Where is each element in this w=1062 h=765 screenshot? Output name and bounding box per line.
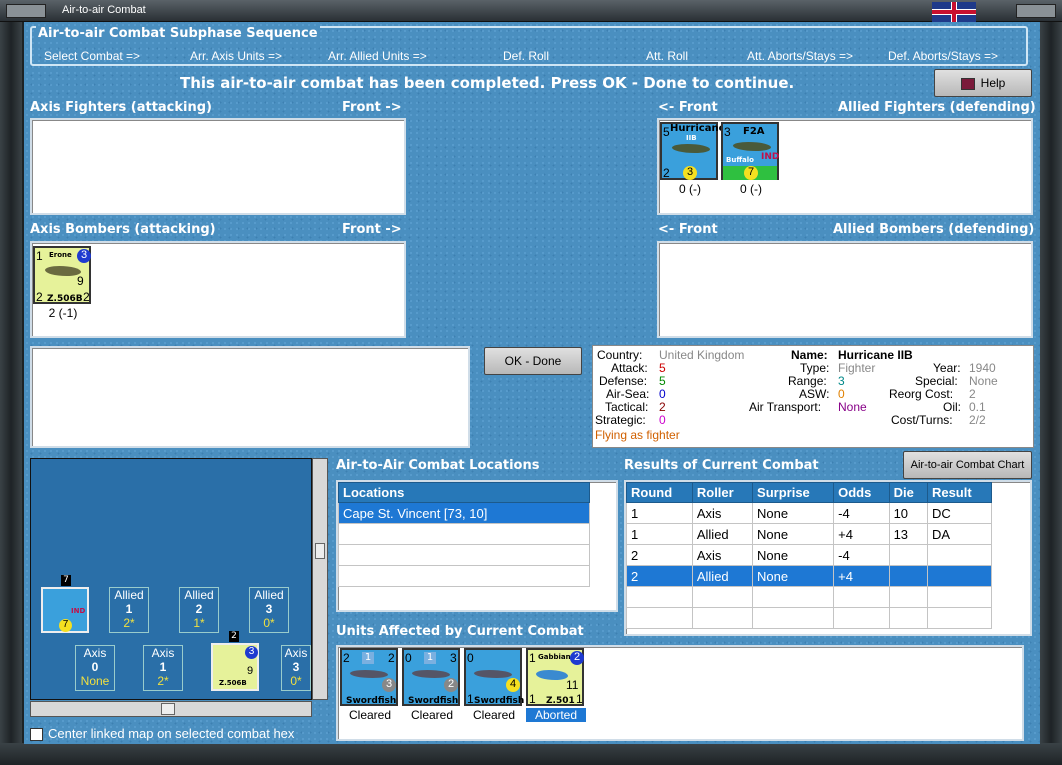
step-arr-axis: Arr. Axis Units => <box>190 49 283 63</box>
right-frame <box>1040 22 1062 765</box>
aircraft-icon <box>733 142 771 151</box>
aircraft-icon <box>350 670 388 678</box>
step-att-roll: Att. Roll <box>646 49 689 63</box>
allied-bombers-box[interactable] <box>657 241 1033 338</box>
map-f2a-counter[interactable]: 7 IND <box>41 587 89 633</box>
window-title: Air-to-air Combat <box>62 4 146 16</box>
aircraft-icon <box>672 144 710 153</box>
unit-status: Aborted <box>526 708 586 722</box>
locations-list[interactable]: Locations Cape St. Vincent [73, 10] <box>336 480 618 612</box>
ok-done-button[interactable]: OK - Done <box>484 347 582 375</box>
map-vertical-scrollbar[interactable] <box>312 458 328 700</box>
axis-bombers-front: Front -> <box>342 222 402 237</box>
axis-fighters-heading: Axis Fighters (attacking) <box>30 100 212 115</box>
locations-title: Air-to-Air Combat Locations <box>336 458 540 473</box>
f2a-counter[interactable]: 3 F2A Buffalo IND 7 <box>721 122 779 180</box>
unit-info-panel: Country: United Kingdom Attack: 5 Defens… <box>592 345 1034 448</box>
results-title: Results of Current Combat <box>624 458 819 473</box>
locations-header: Locations <box>338 482 590 503</box>
stack-count-a: 7 <box>61 575 71 586</box>
axis-box-1[interactable]: Axis 1 2* <box>143 645 183 691</box>
aircraft-icon <box>412 670 450 678</box>
close-window-button[interactable] <box>1016 4 1056 18</box>
allied-fighters-heading: Allied Fighters (defending) <box>838 100 1036 115</box>
results-table-box: Round Roller Surprise Odds Die Result 1A… <box>624 480 1032 636</box>
status-message: This air-to-air combat has been complete… <box>180 74 795 92</box>
hurricane-caption: 0 (-) <box>679 182 701 196</box>
allied-bombers-front: <- Front <box>658 222 718 237</box>
axis-box-3[interactable]: Axis 3 0* <box>281 645 311 691</box>
help-button[interactable]: Help <box>934 69 1032 97</box>
hscroll-thumb[interactable] <box>161 703 175 715</box>
swordfish-counter-2[interactable]: 0 1 3 2 Swordfish <box>402 648 460 706</box>
axis-bombers-heading: Axis Bombers (attacking) <box>30 222 216 237</box>
sequence-title: Air-to-air Combat Subphase Sequence <box>36 26 320 41</box>
table-row[interactable]: 1 Axis None -4 10 DC <box>626 502 993 524</box>
table-row[interactable]: 2 Allied None +4 <box>626 565 993 587</box>
stack-count-b: 2 <box>229 631 239 642</box>
step-def-aborts: Def. Aborts/Stays => <box>888 49 999 63</box>
aircraft-icon <box>536 670 568 680</box>
linked-map[interactable]: Allied 1 2* Allied 2 1* Allied 3 0* Axis 0 None … <box>30 458 312 700</box>
left-frame <box>0 22 22 765</box>
axis-fighters-box[interactable] <box>30 118 406 215</box>
hurricane-counter[interactable]: Hurricane IIB 5 2 3 <box>660 122 725 180</box>
swordfish-counter-3[interactable]: 0 4 1 Swordfish <box>464 648 524 706</box>
unit-status: Cleared <box>472 708 516 722</box>
title-bar <box>0 0 1062 22</box>
affected-title: Units Affected by Current Combat <box>336 624 584 639</box>
axis-fighters-front: Front -> <box>342 100 402 115</box>
table-row[interactable]: 2 Axis None -4 <box>626 544 993 566</box>
allied-box-2[interactable]: Allied 2 1* <box>179 587 219 633</box>
center-map-checkbox[interactable] <box>30 728 43 741</box>
combat-chart-button[interactable]: Air-to-air Combat Chart <box>903 451 1032 479</box>
table-row[interactable]: 1 Allied None +4 13 DA <box>626 523 993 545</box>
combat-notes-box <box>30 346 470 448</box>
book-icon <box>960 77 975 90</box>
aircraft-icon <box>45 266 81 276</box>
system-menu-button[interactable] <box>6 4 46 18</box>
center-map-label: Center linked map on selected combat hex <box>48 726 295 741</box>
vscroll-thumb[interactable] <box>315 543 325 559</box>
swordfish-counter-1[interactable]: 2 1 2 3 Swordfish <box>340 648 398 706</box>
location-row[interactable]: Cape St. Vincent [73, 10] <box>338 502 590 524</box>
aircraft-icon <box>474 670 512 678</box>
step-arr-allied: Arr. Allied Units => <box>328 49 427 63</box>
unit-status: Cleared <box>348 708 392 722</box>
allied-bombers-heading: Allied Bombers (defending) <box>833 222 1035 237</box>
allied-fighters-front: <- Front <box>658 100 718 115</box>
map-horizontal-scrollbar[interactable] <box>30 701 312 717</box>
allied-box-1[interactable]: Allied 1 2* <box>109 587 149 633</box>
results-table: Round Roller Surprise Odds Die Result 1A… <box>626 482 993 629</box>
step-def-roll: Def. Roll <box>503 49 550 63</box>
axis-box-0[interactable]: Axis 0 None <box>75 645 115 691</box>
uk-flag-icon <box>932 2 976 22</box>
unit-status: Cleared <box>410 708 454 722</box>
step-att-aborts: Att. Aborts/Stays => <box>747 49 854 63</box>
f2a-caption: 0 (-) <box>740 182 762 196</box>
allied-box-3[interactable]: Allied 3 0* <box>249 587 289 633</box>
gabbiano-counter[interactable]: 1 Gabbiano 2 11 1 Z.501 1 <box>526 648 584 706</box>
erone-caption: 2 (-1) <box>48 306 78 320</box>
step-select-combat: Select Combat => <box>44 49 141 63</box>
erone-counter[interactable]: 1 Erone 3 9 2 Z.506B 2 <box>33 246 91 304</box>
bottom-frame <box>0 743 1062 765</box>
map-erone-counter[interactable]: 3 9 Z.506B <box>211 643 259 691</box>
